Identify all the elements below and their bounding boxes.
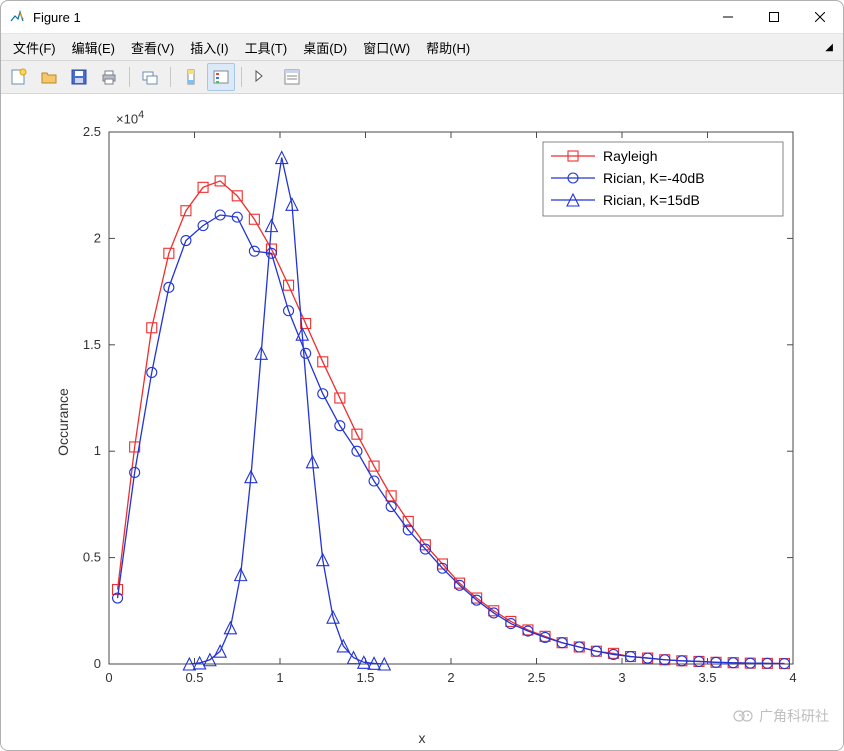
open-property-inspector-button[interactable] xyxy=(278,63,306,91)
save-button[interactable] xyxy=(65,63,93,91)
insert-legend-button[interactable] xyxy=(207,63,235,91)
svg-text:2: 2 xyxy=(447,670,454,685)
watermark: 广角科研社 xyxy=(733,706,829,726)
window-title: Figure 1 xyxy=(33,10,81,25)
link-plot-button[interactable] xyxy=(136,63,164,91)
svg-text:2: 2 xyxy=(94,230,101,245)
minimize-button[interactable] xyxy=(705,1,751,33)
axes-svg: 0 0.5 1 1.5 2 2.5 3 3.5 4 0 0.5 1 1.5 2 2.5 Rayleigh Ric… xyxy=(1,94,843,750)
svg-text:1.5: 1.5 xyxy=(83,337,101,352)
menu-window[interactable]: 窗口(W) xyxy=(355,36,418,59)
menu-edit[interactable]: 编辑(E) xyxy=(64,36,123,59)
plot-area[interactable]: ×104 Occurance x 00.511.522.533.5400.511… xyxy=(1,94,843,750)
open-button[interactable] xyxy=(35,63,63,91)
menu-tools[interactable]: 工具(T) xyxy=(237,36,296,59)
toolbar-separator xyxy=(129,67,130,87)
menu-overflow-icon[interactable]: ◢ xyxy=(819,42,839,53)
svg-text:2.5: 2.5 xyxy=(83,124,101,139)
svg-text:Rician, K=15dB: Rician, K=15dB xyxy=(603,192,700,208)
new-figure-button[interactable] xyxy=(5,63,33,91)
svg-text:0.5: 0.5 xyxy=(185,670,203,685)
print-button[interactable] xyxy=(95,63,123,91)
insert-colorbar-button[interactable] xyxy=(177,63,205,91)
close-button[interactable] xyxy=(797,1,843,33)
svg-text:Rician, K=-40dB: Rician, K=-40dB xyxy=(603,170,705,186)
menubar: 文件(F) 编辑(E) 查看(V) 插入(I) 工具(T) 桌面(D) 窗口(W… xyxy=(1,34,843,61)
svg-text:0: 0 xyxy=(105,670,112,685)
menu-view[interactable]: 查看(V) xyxy=(123,36,182,59)
menu-desktop[interactable]: 桌面(D) xyxy=(295,36,355,59)
svg-text:0: 0 xyxy=(94,656,101,671)
svg-text:1: 1 xyxy=(276,670,283,685)
svg-text:3.5: 3.5 xyxy=(698,670,716,685)
svg-text:1: 1 xyxy=(94,443,101,458)
edit-plot-button[interactable] xyxy=(248,63,276,91)
menu-help[interactable]: 帮助(H) xyxy=(418,36,478,59)
matlab-icon xyxy=(9,9,25,25)
svg-text:4: 4 xyxy=(789,670,796,685)
titlebar: Figure 1 xyxy=(1,1,843,34)
svg-text:2.5: 2.5 xyxy=(527,670,545,685)
toolbar-separator xyxy=(241,67,242,87)
svg-text:Rayleigh: Rayleigh xyxy=(603,148,657,164)
svg-text:0.5: 0.5 xyxy=(83,550,101,565)
svg-text:1.5: 1.5 xyxy=(356,670,374,685)
menu-file[interactable]: 文件(F) xyxy=(5,36,64,59)
maximize-button[interactable] xyxy=(751,1,797,33)
toolbar xyxy=(1,61,843,94)
figure-window: Figure 1 文件(F) 编辑(E) 查看(V) 插入(I) 工具(T) 桌… xyxy=(0,0,844,751)
toolbar-separator xyxy=(170,67,171,87)
svg-text:3: 3 xyxy=(618,670,625,685)
menu-insert[interactable]: 插入(I) xyxy=(182,36,236,59)
